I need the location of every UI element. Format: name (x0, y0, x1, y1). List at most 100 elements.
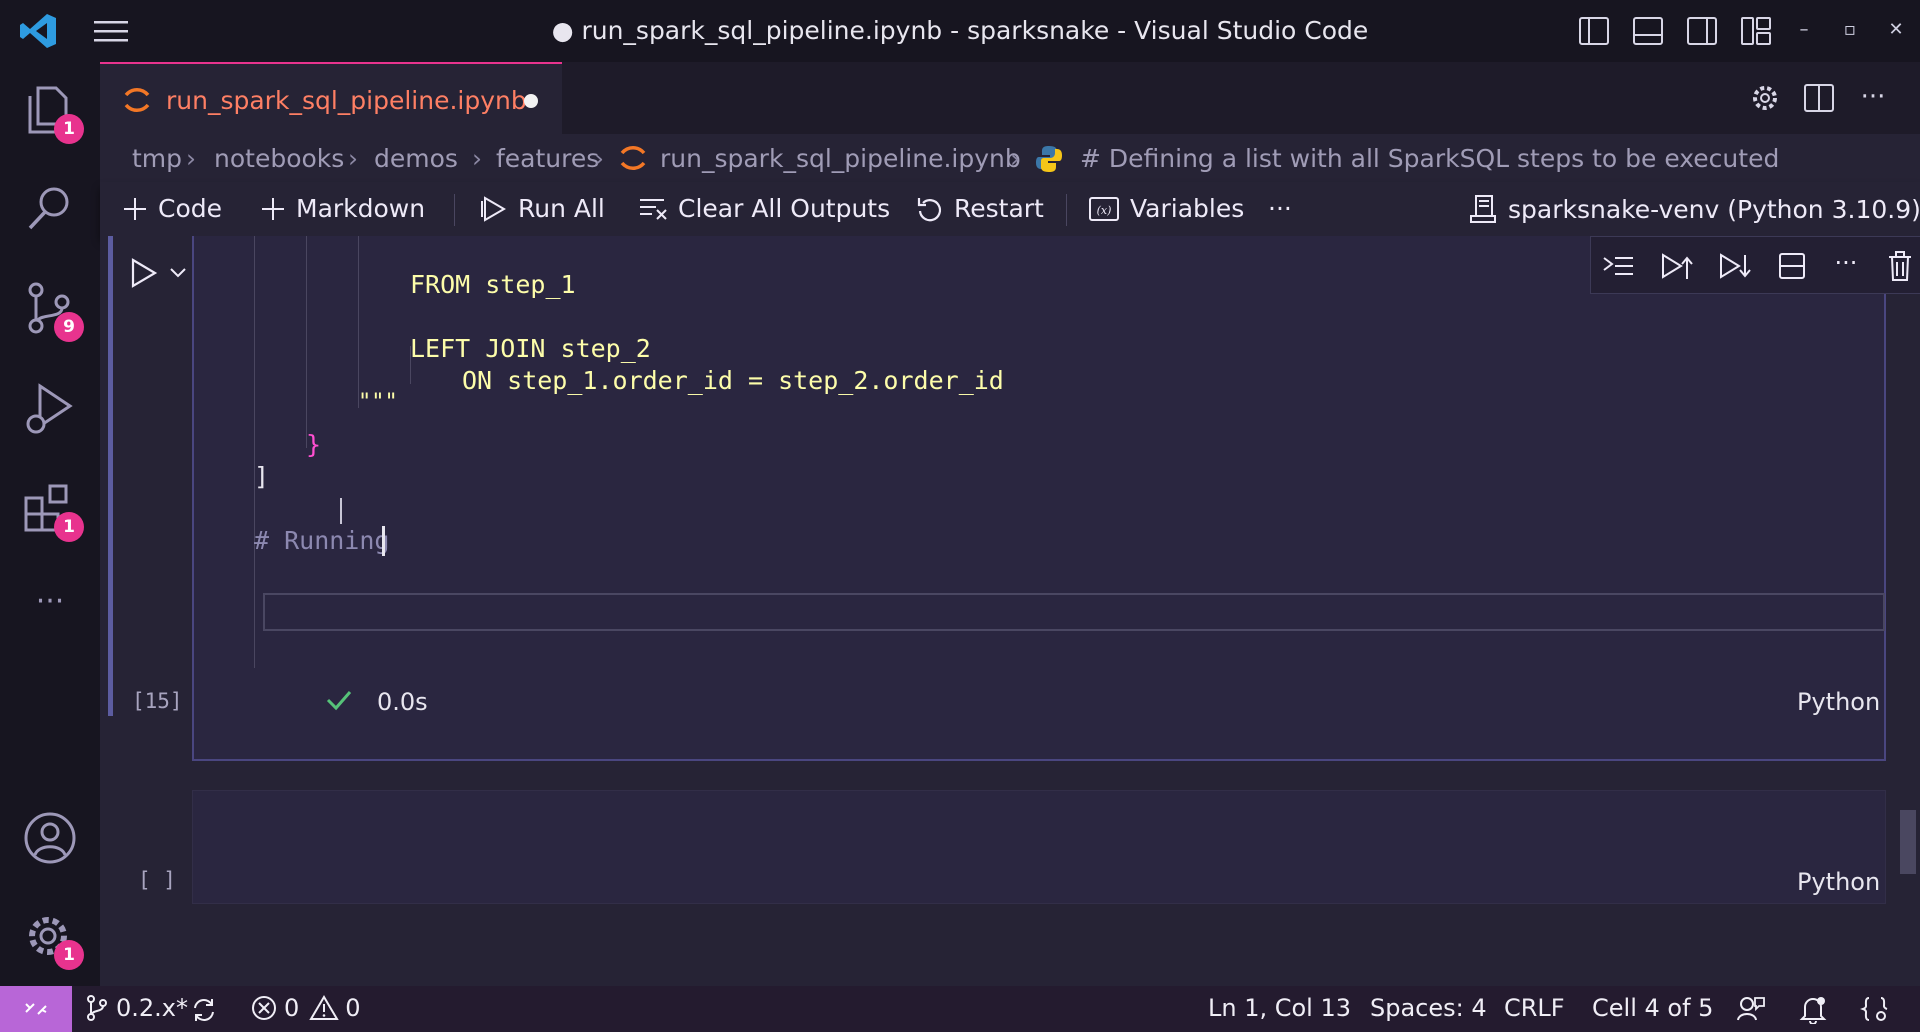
remote-indicator[interactable] (0, 986, 72, 1032)
run-debug-icon (26, 383, 73, 434)
indentation[interactable]: Spaces: 4 (1370, 994, 1487, 1022)
breadcrumb-item[interactable]: run_spark_sql_pipeline.ipynb (660, 144, 1021, 173)
extensions-badge: 1 (54, 512, 84, 542)
scrollbar[interactable] (1900, 810, 1916, 874)
git-branch-icon (87, 995, 107, 1021)
code-label: Code (158, 194, 223, 223)
menu-icon[interactable] (92, 18, 132, 44)
tab-notebook[interactable]: run_spark_sql_pipeline.ipynb (100, 62, 562, 134)
breadcrumb: tmp › notebooks › demos › features › run… (100, 134, 1920, 182)
extensions-button[interactable]: 1 (22, 480, 84, 542)
toggle-primary-sidebar-icon[interactable] (1578, 16, 1610, 46)
vscode-logo-icon[interactable] (18, 12, 58, 50)
restart-button[interactable]: Restart (916, 194, 1044, 223)
kernel-picker[interactable]: sparksnake-venv (Python 3.10.9) (1468, 194, 1920, 224)
run-cell-icon[interactable] (126, 256, 160, 290)
braces-settings-icon[interactable] (1860, 994, 1890, 1024)
breadcrumb-item[interactable]: demos (374, 144, 458, 173)
more-toolbar-actions[interactable]: ··· (1268, 194, 1292, 223)
variables-button[interactable]: (x) Variables (1088, 194, 1244, 223)
breadcrumb-separator: › (186, 144, 196, 173)
tab-label: run_spark_sql_pipeline.ipynb (166, 86, 527, 115)
delete-cell-icon[interactable] (1883, 249, 1917, 283)
split-editor-icon[interactable] (1802, 82, 1836, 114)
customize-layout-icon[interactable] (1740, 16, 1772, 46)
source-control-badge: 9 (54, 312, 84, 342)
more-cell-actions-icon[interactable]: ··· (1829, 249, 1863, 283)
editor-tabs: run_spark_sql_pipeline.ipynb ··· (100, 62, 1920, 134)
run-all-icon (481, 195, 506, 222)
split-cell-icon[interactable] (1775, 249, 1809, 283)
breadcrumb-separator: › (594, 144, 604, 173)
jupyter-icon (124, 88, 150, 112)
breadcrumb-item[interactable]: features (496, 144, 599, 173)
code-cell[interactable]: FROM step_1 LEFT JOIN step_2 ON step_1.o… (192, 236, 1920, 761)
code-line: FROM step_1 (410, 270, 576, 299)
maximize-button[interactable]: ▫ (1836, 16, 1864, 44)
add-code-cell-button[interactable]: Code (122, 194, 222, 223)
run-above-icon[interactable] (1659, 249, 1693, 283)
add-markdown-cell-button[interactable]: Markdown (260, 194, 425, 223)
kernel-label: sparksnake-venv (Python 3.10.9) (1508, 194, 1920, 224)
notifications-bell-icon[interactable] (1798, 994, 1828, 1024)
feedback-icon[interactable] (1736, 994, 1766, 1024)
code-line: LEFT JOIN step_2 (410, 334, 651, 363)
settings-badge: 1 (54, 940, 84, 970)
run-all-label: Run All (518, 194, 605, 223)
run-debug-button[interactable] (22, 380, 78, 436)
cell-toolbar: ··· (1590, 236, 1920, 294)
toggle-panel-icon[interactable] (1632, 16, 1664, 46)
breadcrumb-item[interactable]: tmp (132, 144, 182, 173)
run-below-icon[interactable] (1717, 249, 1751, 283)
activity-bar: 1 9 1 ··· 1 (0, 62, 100, 986)
code-line: """ (358, 390, 398, 415)
code-line: ON step_1.order_id = step_2.order_id (462, 366, 1004, 395)
title-bar: ● run_spark_sql_pipeline.ipynb - sparksn… (0, 0, 1920, 62)
account-icon (24, 812, 76, 864)
settings-gear-icon[interactable] (1748, 82, 1782, 114)
status-bar: 0.2.x* 0 0 Ln 1, Col 13 Spaces: 4 CRLF C… (0, 986, 1920, 1032)
execution-count: [15] (132, 689, 183, 713)
more-views-icon[interactable]: ··· (22, 582, 78, 638)
manage-button[interactable]: 1 (22, 908, 84, 970)
cell-indicator[interactable]: Cell 4 of 5 (1592, 994, 1713, 1022)
end-of-line[interactable]: CRLF (1504, 994, 1565, 1022)
clear-all-outputs-button[interactable]: Clear All Outputs (638, 194, 890, 223)
explorer-badge: 1 (54, 114, 84, 144)
success-check-icon (326, 691, 352, 711)
problems-indicator[interactable]: 0 0 (250, 994, 361, 1022)
unsaved-indicator[interactable] (524, 94, 538, 108)
source-control-button[interactable]: 9 (22, 280, 84, 342)
minimize-button[interactable]: – (1790, 16, 1818, 44)
toggle-secondary-sidebar-icon[interactable] (1686, 16, 1718, 46)
warning-count: 0 (345, 994, 361, 1022)
restart-icon (917, 197, 942, 221)
execution-time: 0.0s (377, 688, 428, 716)
code-line: ] (254, 462, 270, 491)
python-icon (1036, 146, 1062, 172)
cursor-position[interactable]: Ln 1, Col 13 (1208, 994, 1351, 1022)
notebook-editor: FROM step_1 LEFT JOIN step_2 ON step_1.o… (100, 236, 1920, 986)
remote-icon (25, 1003, 47, 1015)
close-button[interactable]: ✕ (1882, 16, 1910, 44)
execute-above-icon[interactable] (1601, 249, 1635, 283)
cell-language[interactable]: Python (1797, 868, 1880, 896)
search-button[interactable] (22, 180, 78, 236)
cell-language[interactable]: Python (1797, 688, 1880, 716)
execution-count: [ ] (138, 868, 176, 892)
more-actions-icon[interactable]: ··· (1856, 82, 1890, 114)
run-all-button[interactable]: Run All (480, 194, 605, 223)
explorer-button[interactable]: 1 (22, 82, 84, 144)
breadcrumb-item[interactable]: # Defining a list with all SparkSQL step… (1080, 144, 1779, 173)
clear-all-outputs-label: Clear All Outputs (678, 194, 891, 223)
sync-icon[interactable] (190, 996, 218, 1024)
chevron-down-icon[interactable] (168, 264, 188, 282)
code-cell-empty[interactable] (192, 790, 1886, 904)
branch-indicator[interactable]: 0.2.x* (84, 994, 188, 1022)
notebook-toolbar: Code Markdown Run All Clear All Outputs (100, 182, 1920, 236)
current-line-highlight (263, 593, 1885, 631)
accounts-button[interactable] (22, 810, 78, 866)
variables-icon: (x) (1089, 196, 1119, 221)
breadcrumb-item[interactable]: notebooks (214, 144, 344, 173)
code-line: } (306, 430, 322, 459)
